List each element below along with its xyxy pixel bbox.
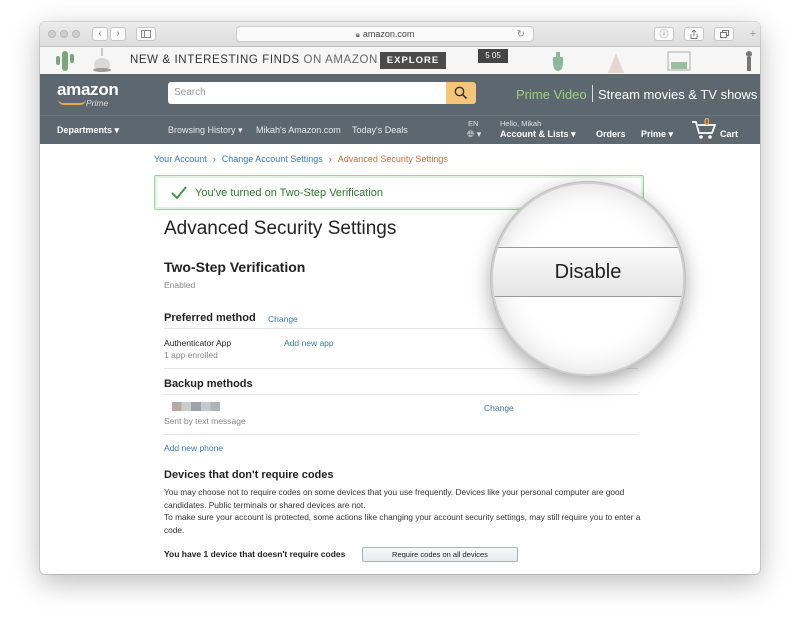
breadcrumb-your-account[interactable]: Your Account [154,154,207,164]
browser-window: ‹ › 🔒︎ amazon.com ↻ ⓘ + NEW & INTERESTING… [40,22,760,574]
divider [164,434,638,435]
devices-note: To make sure your account is protected, … [164,512,641,535]
preferred-method-heading: Preferred method [164,312,256,324]
plus-icon: + [749,28,757,40]
search-icon [454,86,468,100]
add-new-app-link[interactable]: Add new app [284,338,334,348]
devices-heading: Devices that don't require codes [164,469,334,481]
checkmark-icon [171,186,187,200]
orders-link[interactable]: Orders [596,129,626,139]
minimize-window-button[interactable] [60,30,68,38]
globe-icon[interactable]: 🌐︎ ▾ [467,129,481,140]
masked-phone-number [172,402,220,411]
lock-icon: 🔒︎ [355,30,360,39]
amazon-smile-icon [58,99,86,105]
caret-down-icon: ▾ [668,129,674,139]
todays-deals-link[interactable]: Today's Deals [352,125,408,135]
mikahs-amazon-link[interactable]: Mikah's Amazon.com [256,125,341,135]
lamp-icon [93,48,111,72]
promo-text: NEW & INTERESTING FINDS ON AMAZON [130,54,378,66]
sidebar-icon [141,30,151,38]
kettle-icon [552,52,564,71]
share-button[interactable] [684,27,704,41]
caret-down-icon: ▾ [114,125,120,135]
share-icon [690,29,698,39]
add-new-phone-link[interactable]: Add new phone [164,443,223,453]
close-window-button[interactable] [48,30,56,38]
zoom-window-button[interactable] [72,30,80,38]
reload-icon[interactable]: ↻ [517,28,525,42]
greeting-text: Hello, Mikah [500,119,542,128]
page-title: Advanced Security Settings [164,218,397,239]
backup-methods-heading: Backup methods [164,378,253,390]
divider [164,394,638,395]
authenticator-app-label: Authenticator App [164,338,232,348]
chevron-right-icon: › [116,28,120,39]
magnifier-callout: Disable [491,182,685,376]
tsv-status: Enabled [164,280,196,290]
success-message: You've turned on Two-Step Verification [195,187,384,199]
apps-enrolled-text: 1 app enrolled [164,350,218,360]
bag-icon [608,53,624,73]
amazon-logo[interactable]: amazon [57,80,119,100]
breadcrumb-change-account-settings[interactable]: Change Account Settings [222,154,323,164]
tsv-heading: Two-Step Verification [164,259,306,275]
cart-count: 0 [704,117,710,128]
departments-menu[interactable]: Departments ▾ [57,125,119,136]
disable-button[interactable]: Disable [493,247,683,297]
terrarium-icon [667,51,691,71]
backup-change-link[interactable]: Change [484,403,514,413]
browsing-history-menu[interactable]: Browsing History ▾ [168,125,243,136]
header-divider [592,85,593,102]
devices-count-text: You have 1 device that doesn't require c… [164,549,346,559]
caret-down-icon: ▾ [571,129,576,139]
stream-movies-link[interactable]: Stream movies & TV shows [598,87,757,102]
info-icon: ⓘ [659,29,669,39]
breadcrumb: Your Account › Change Account Settings › Adv… [154,154,448,164]
prime-menu[interactable]: Prime ▾ [641,129,673,140]
require-codes-button[interactable]: Require codes on all devices [362,547,518,562]
address-bar[interactable]: 🔒︎ amazon.com ↻ [236,26,534,42]
site-header: amazon Prime Search Prime Video Stream m… [40,74,760,115]
forward-button[interactable]: › [110,27,126,41]
language-label[interactable]: EN [468,119,478,128]
prime-logo-text: Prime [86,98,109,108]
browser-toolbar: ‹ › 🔒︎ amazon.com ↻ ⓘ + [40,22,760,47]
caret-down-icon: ▾ [238,125,243,135]
flip-clock-icon: 5 05 [478,49,508,63]
new-tab-button[interactable]: + [746,27,760,42]
cart-link[interactable]: Cart [720,129,738,139]
sent-by-text-label: Sent by text message [164,416,246,426]
account-lists-menu[interactable]: Account & Lists ▾ [500,129,576,140]
promo-banner[interactable]: NEW & INTERESTING FINDS ON AMAZON EXPLOR… [40,47,760,75]
url-text: amazon.com [362,29,415,39]
breadcrumb-current: Advanced Security Settings [337,154,448,164]
search-input[interactable]: Search [168,82,446,104]
cactus-icon [56,51,74,71]
devices-description: You may choose not to require codes on s… [164,487,625,510]
breadcrumb-separator: › [328,154,332,164]
explore-button[interactable]: EXPLORE [380,52,446,69]
figurine-icon [746,51,752,71]
chevron-left-icon: ‹ [98,28,102,39]
sidebar-button[interactable] [136,27,156,41]
nav-bar: Departments ▾ Browsing History ▾ Mikah's… [40,115,760,144]
prime-video-link[interactable]: Prime Video [516,87,587,102]
back-button[interactable]: ‹ [92,27,108,41]
tabs-button[interactable] [714,27,734,41]
search-button[interactable] [446,82,476,104]
reader-button[interactable]: ⓘ [654,27,674,41]
tabs-icon [719,30,729,38]
breadcrumb-separator: › [212,154,216,164]
preferred-change-link[interactable]: Change [268,314,298,324]
